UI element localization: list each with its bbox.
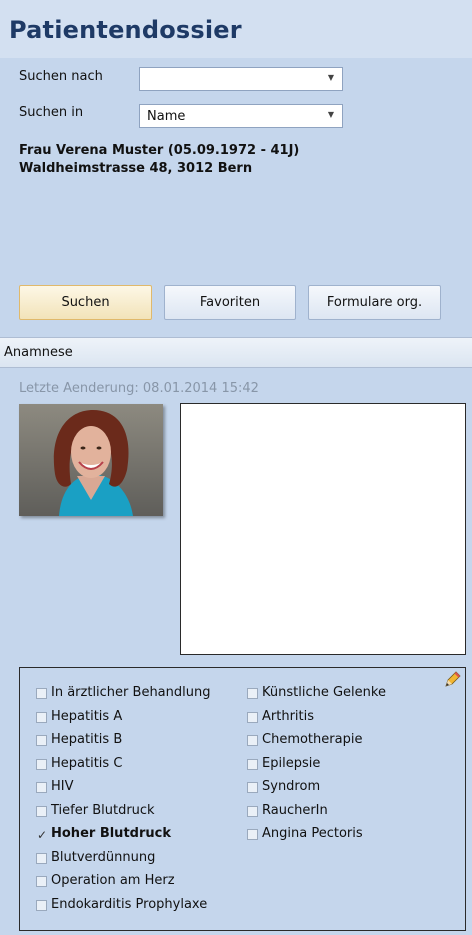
suchen-button[interactable]: Suchen xyxy=(19,285,152,320)
title-bar: Patientendossier xyxy=(0,0,472,58)
checkbox[interactable] xyxy=(36,735,47,746)
pencil-icon[interactable] xyxy=(442,670,462,690)
checkbox[interactable] xyxy=(36,711,47,723)
anamnese-title: Anamnese xyxy=(4,345,73,360)
conditions-panel: In ärztlicher Behandlung Hepatitis A Hepat… xyxy=(19,667,466,931)
condition-label: RaucherIn xyxy=(262,802,328,818)
condition-label: Arthritis xyxy=(262,708,315,724)
condition-label: Hepatitis B xyxy=(51,732,123,747)
condition-label: Tiefer Blutdruck xyxy=(51,802,155,818)
condition-label: In ärztlicher Behandlung xyxy=(51,685,211,700)
suchen-nach-label: Suchen nach xyxy=(19,69,103,84)
notes-textarea[interactable] xyxy=(180,403,466,655)
checkbox[interactable]: ✓ xyxy=(36,829,47,841)
checkbox[interactable] xyxy=(247,758,258,770)
condition-label: Künstliche Gelenke xyxy=(262,685,386,700)
condition-label: HIV xyxy=(51,779,74,794)
checkbox[interactable] xyxy=(36,688,47,699)
checkbox[interactable] xyxy=(247,805,258,817)
condition-label: Operation am Herz xyxy=(51,873,175,888)
checkbox[interactable] xyxy=(247,782,258,793)
patient-address: Waldheimstrasse 48, 3012 Bern xyxy=(19,161,253,176)
checkbox[interactable] xyxy=(36,876,47,887)
checkbox[interactable] xyxy=(247,711,258,723)
checkbox[interactable] xyxy=(36,805,47,817)
checkbox[interactable] xyxy=(36,782,47,793)
patient-photo-image xyxy=(19,404,163,516)
checkbox[interactable] xyxy=(36,758,47,770)
condition-label: Syndrom xyxy=(262,779,321,794)
condition-label: Hepatitis A xyxy=(51,708,123,724)
page-title: Patientendossier xyxy=(9,16,242,44)
checkbox[interactable] xyxy=(247,688,258,699)
checkbox[interactable] xyxy=(36,899,47,911)
suchen-nach-combobox[interactable]: ▼ xyxy=(139,67,343,91)
checkbox[interactable] xyxy=(247,735,258,746)
anamnese-header: Anamnese xyxy=(0,337,472,368)
condition-label: Hepatitis C xyxy=(51,755,123,771)
suchen-in-label: Suchen in xyxy=(19,105,84,120)
checkbox[interactable] xyxy=(247,829,258,840)
chevron-down-icon[interactable]: ▼ xyxy=(328,73,334,82)
condition-label: Endokarditis Prophylaxe xyxy=(51,896,208,912)
chevron-down-icon[interactable]: ▼ xyxy=(328,110,334,119)
condition-label: Epilepsie xyxy=(262,755,321,771)
formulare-button[interactable]: Formulare org. xyxy=(308,285,441,320)
favoriten-button[interactable]: Favoriten xyxy=(164,285,296,320)
suchen-in-value: Name xyxy=(147,109,186,124)
condition-label: Angina Pectoris xyxy=(262,826,363,841)
patient-name: Frau Verena Muster (05.09.1972 - 41J) xyxy=(19,143,300,158)
suchen-in-combobox[interactable]: Name ▼ xyxy=(139,104,343,128)
condition-label: Hoher Blutdruck xyxy=(51,826,171,841)
condition-label: Chemotherapie xyxy=(262,732,363,747)
patient-photo xyxy=(19,404,163,516)
condition-label: Blutverdünnung xyxy=(51,849,156,865)
last-change-text: Letzte Aenderung: 08.01.2014 15:42 xyxy=(19,381,259,396)
checkbox[interactable] xyxy=(36,852,47,864)
